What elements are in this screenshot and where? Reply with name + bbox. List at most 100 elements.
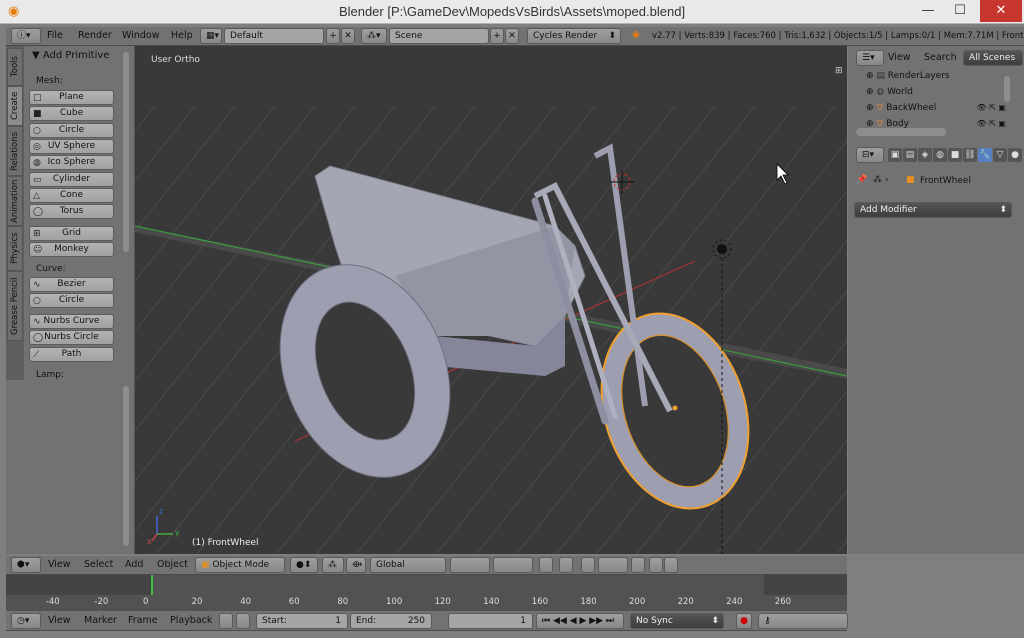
render-anim-icon[interactable]: [664, 557, 678, 573]
add-primitive-panel-header[interactable]: ▼ Add Primitive: [32, 50, 109, 61]
proportional-edit-icon[interactable]: [559, 557, 573, 573]
menu-object[interactable]: Object: [157, 557, 188, 573]
tab-scene-icon[interactable]: ◈: [918, 148, 932, 162]
menu-view[interactable]: View: [48, 557, 71, 573]
tab-animation[interactable]: Animation: [7, 176, 23, 226]
layout-field[interactable]: Default: [224, 28, 324, 44]
add-circle-button[interactable]: ○ Circle: [29, 122, 114, 138]
add-nurbs-circle-button[interactable]: ◯ Nurbs Circle: [29, 330, 114, 346]
menu-select[interactable]: Select: [84, 557, 113, 573]
tab-material-icon[interactable]: ●: [1008, 148, 1022, 162]
snap-icon[interactable]: [581, 557, 595, 573]
tab-constraints-icon[interactable]: ⛓: [963, 148, 977, 162]
preview-range-icon[interactable]: [219, 613, 233, 629]
scene-field[interactable]: Scene: [389, 28, 489, 44]
minimize-button[interactable]: —: [912, 0, 944, 22]
expand-icon[interactable]: ⊕: [866, 87, 876, 97]
pin-icon[interactable]: 📌: [856, 175, 867, 185]
layout-add-button[interactable]: +: [326, 28, 340, 44]
expand-icon[interactable]: ⊕: [866, 119, 876, 129]
expand-icon[interactable]: ⊕: [866, 71, 876, 81]
timeline-menu-frame[interactable]: Frame: [128, 613, 158, 629]
3d-viewport[interactable]: User Ortho (1) FrontWheel z y x ⊞: [135, 46, 847, 554]
manipulator-toggle[interactable]: ⟴: [346, 557, 366, 573]
add-uv-sphere-button[interactable]: ◎ UV Sphere: [29, 138, 114, 154]
menu-add[interactable]: Add: [125, 557, 143, 573]
menu-file[interactable]: File: [47, 28, 63, 44]
render-icon[interactable]: [649, 557, 663, 573]
mode-select[interactable]: ▣ Object Mode: [195, 557, 285, 573]
timeline-menu-view[interactable]: View: [48, 613, 71, 629]
visibility-icons[interactable]: 👁 ⇱ ▣: [976, 100, 1006, 116]
tab-modifiers-icon[interactable]: 🔧: [978, 148, 992, 162]
viewport-corner-plus-icon[interactable]: ⊞: [835, 66, 843, 76]
layout-remove-button[interactable]: ✕: [341, 28, 355, 44]
add-grid-button[interactable]: ⊞ Grid: [29, 226, 114, 241]
visibility-icons[interactable]: 👁 ⇱ ▣: [976, 116, 1006, 132]
tab-world-icon[interactable]: ◍: [933, 148, 947, 162]
snap-target-icon[interactable]: [631, 557, 645, 573]
menu-render[interactable]: Render: [78, 28, 112, 44]
layout-browse-button[interactable]: ▦▾: [200, 28, 222, 44]
record-button[interactable]: ●: [736, 613, 752, 629]
keying-set-field[interactable]: ⚷: [758, 613, 848, 629]
editor-type-outliner-button[interactable]: ☰▾: [856, 50, 884, 66]
tab-physics[interactable]: Physics: [7, 226, 23, 271]
tab-render-icon[interactable]: ▣: [888, 148, 902, 162]
add-torus-button[interactable]: ◯ Torus: [29, 204, 114, 220]
editor-type-info-button[interactable]: ⓘ▾: [11, 28, 41, 44]
scene-add-button[interactable]: +: [490, 28, 504, 44]
sync-mode-select[interactable]: No Sync ⬍: [630, 613, 724, 629]
outliner-menu-view[interactable]: View: [888, 50, 911, 66]
add-bezier-button[interactable]: ∿ Bezier: [29, 277, 114, 292]
shading-select[interactable]: ●⬍: [290, 557, 318, 573]
pivot-select[interactable]: ⁂: [322, 557, 344, 573]
current-frame-field[interactable]: 1: [448, 613, 533, 629]
tab-relations[interactable]: Relations: [7, 126, 23, 176]
menu-help[interactable]: Help: [171, 28, 193, 44]
render-engine-select[interactable]: Cycles Render ⬍: [527, 28, 621, 44]
menu-window[interactable]: Window: [122, 28, 159, 44]
layer-grid-2[interactable]: [493, 557, 533, 573]
expand-icon[interactable]: ⊕: [866, 103, 876, 113]
lock-range-icon[interactable]: [236, 613, 250, 629]
tab-render-layers-icon[interactable]: ▤: [903, 148, 917, 162]
add-cube-button[interactable]: ■ Cube: [29, 106, 114, 122]
lock-icon[interactable]: [539, 557, 553, 573]
tab-tools[interactable]: Tools: [7, 48, 23, 86]
tab-grease-pencil[interactable]: Grease Pencil: [7, 271, 23, 341]
outliner-filter-select[interactable]: All Scenes: [963, 50, 1023, 66]
add-ico-sphere-button[interactable]: ◍ Ico Sphere: [29, 155, 114, 171]
add-nurbs-curve-button[interactable]: ∿ Nurbs Curve: [29, 314, 114, 329]
layer-grid-1[interactable]: [450, 557, 490, 573]
editor-type-timeline-button[interactable]: ◷▾: [11, 613, 41, 629]
timeline-menu-marker[interactable]: Marker: [84, 613, 117, 629]
outliner-item[interactable]: ⊕ ▤ RenderLayers: [866, 68, 1006, 84]
playback-controls[interactable]: ⏮ ◀◀ ◀ ▶ ▶▶ ⏭: [536, 613, 624, 629]
scene-remove-button[interactable]: ✕: [505, 28, 519, 44]
add-cone-button[interactable]: △ Cone: [29, 187, 114, 203]
outliner-item[interactable]: ⊕ ▽ BackWheel 👁 ⇱ ▣: [866, 100, 1006, 116]
outliner-menu-search[interactable]: Search: [924, 50, 957, 66]
current-frame-marker[interactable]: [151, 575, 153, 595]
orientation-select[interactable]: Global: [370, 557, 446, 573]
add-plane-button[interactable]: □ Plane: [29, 90, 114, 105]
add-cylinder-button[interactable]: ▭ Cylinder: [29, 171, 114, 187]
outliner-item[interactable]: ⊕ ◍ World: [866, 84, 1006, 100]
start-frame-field[interactable]: Start: 1: [256, 613, 348, 629]
editor-type-3d-button[interactable]: ⬢▾: [11, 557, 41, 573]
tab-create[interactable]: Create: [7, 86, 23, 126]
tab-data-icon[interactable]: ▽: [993, 148, 1007, 162]
add-monkey-button[interactable]: ☺ Monkey: [29, 242, 114, 258]
tool-shelf-scrollbar[interactable]: [123, 52, 129, 252]
snap-element-select[interactable]: [598, 557, 628, 573]
tab-object-icon[interactable]: ■: [948, 148, 962, 162]
editor-type-properties-button[interactable]: ⊟▾: [856, 147, 884, 163]
timeline[interactable]: -40 -20 0 20 40 60 80 100 120 140 160 180 200 220 240 2…: [6, 575, 847, 611]
timeline-menu-playback[interactable]: Playback: [170, 613, 212, 629]
end-frame-field[interactable]: End: 250: [350, 613, 432, 629]
add-circle-button[interactable]: ○ Circle: [29, 293, 114, 309]
add-modifier-select[interactable]: Add Modifier ⬍: [854, 202, 1012, 218]
outliner-item[interactable]: ⊕ ▽ Body 👁 ⇱ ▣: [866, 116, 1006, 132]
close-button[interactable]: ✕: [980, 0, 1022, 22]
